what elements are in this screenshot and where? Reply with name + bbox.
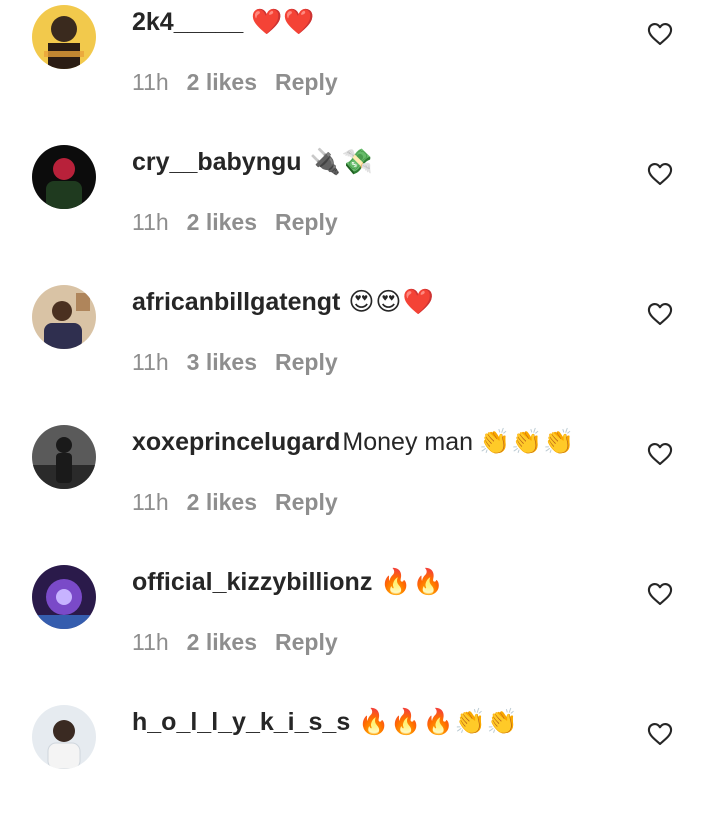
comment-time: 11h [132, 349, 169, 375]
comment-username[interactable]: cry__babyngu [132, 148, 302, 176]
comment-item: xoxeprincelugardMoney man 👏👏👏 11h 2 likes R… [0, 420, 720, 560]
reply-button[interactable]: Reply [275, 489, 338, 515]
comment-item: cry__babyngu 🔌💸 11h 2 likes Reply [0, 140, 720, 280]
comment-time: 11h [132, 629, 169, 655]
comment-text: Money man [342, 428, 474, 456]
comment-likes[interactable]: 2 likes [187, 489, 257, 515]
comment-emoji: 🔥🔥 [380, 568, 445, 596]
comment-username[interactable]: official_kizzybillionz [132, 568, 372, 596]
heart-outline-icon[interactable] [646, 300, 674, 328]
reply-button[interactable]: Reply [275, 349, 338, 375]
heart-outline-icon[interactable] [646, 20, 674, 48]
avatar[interactable] [32, 705, 96, 769]
comment-username[interactable]: africanbillgatengt [132, 288, 340, 316]
reply-button[interactable]: Reply [275, 69, 338, 95]
comment-emoji: ❤️❤️ [251, 8, 316, 36]
comment-item: h_o_l_l_y_k_i_s_s 🔥🔥🔥👏👏 [0, 700, 720, 840]
avatar[interactable] [32, 425, 96, 489]
reply-button[interactable]: Reply [275, 629, 338, 655]
avatar[interactable] [32, 565, 96, 629]
avatar[interactable] [32, 285, 96, 349]
heart-outline-icon[interactable] [646, 580, 674, 608]
avatar[interactable] [32, 145, 96, 209]
heart-outline-icon[interactable] [646, 440, 674, 468]
reply-button[interactable]: Reply [275, 209, 338, 235]
comment-likes[interactable]: 2 likes [187, 69, 257, 95]
heart-outline-icon[interactable] [646, 160, 674, 188]
comment-item: africanbillgatengt 😍😍❤️ 11h 3 likes Reply [0, 280, 720, 420]
comment-emoji: 🔌💸 [309, 148, 374, 176]
comment-likes[interactable]: 3 likes [187, 349, 257, 375]
comment-likes[interactable]: 2 likes [187, 209, 257, 235]
comment-time: 11h [132, 69, 169, 95]
comment-likes[interactable]: 2 likes [187, 629, 257, 655]
heart-outline-icon[interactable] [646, 720, 674, 748]
comment-username[interactable]: 2k4_____ [132, 8, 243, 36]
comment-emoji: 🔥🔥🔥👏👏 [358, 708, 519, 736]
comment-item: 2k4_____ ❤️❤️ 11h 2 likes Reply [0, 0, 720, 140]
comment-username[interactable]: xoxeprincelugard [132, 428, 340, 456]
comment-time: 11h [132, 209, 169, 235]
comment-username[interactable]: h_o_l_l_y_k_i_s_s [132, 708, 350, 736]
comment-emoji: 👏👏👏 [479, 428, 576, 456]
comment-item: official_kizzybillionz 🔥🔥 11h 2 likes Reply [0, 560, 720, 700]
avatar[interactable] [32, 5, 96, 69]
comment-time: 11h [132, 489, 169, 515]
comment-emoji: 😍😍❤️ [348, 288, 435, 316]
